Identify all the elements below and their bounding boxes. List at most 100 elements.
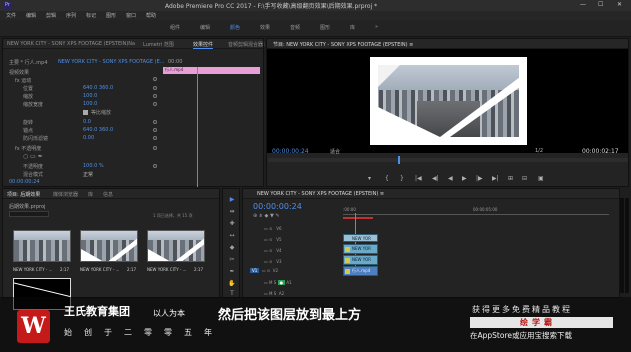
anti-flicker-value[interactable]: 0.00 — [83, 135, 94, 141]
menu-edit[interactable]: 编辑 — [26, 12, 36, 19]
master-clip-label[interactable]: 主要 * 行人.mp4 — [9, 59, 48, 66]
maximize-button[interactable]: ☐ — [598, 1, 603, 8]
export-frame-icon[interactable]: ▣ — [538, 175, 544, 182]
rotation-value[interactable]: 0.0 — [83, 119, 91, 125]
tab-lumetri-scopes[interactable]: Lumetri 范围 — [143, 41, 174, 48]
menu-window[interactable]: 窗口 — [126, 12, 136, 19]
menu-graphics[interactable]: 图形 — [106, 12, 116, 19]
promo-line-1: 获得更多免费精品教程 — [472, 305, 572, 314]
reset-icon[interactable] — [153, 164, 157, 168]
timeline-clip[interactable]: NEW YOR — [343, 234, 378, 242]
track-header-v4[interactable]: ▭ ⊙ V4 — [264, 248, 282, 253]
ec-playhead[interactable] — [197, 67, 198, 187]
track-header-v5[interactable]: ▭ ⊙ V5 — [264, 237, 282, 242]
reset-icon[interactable] — [153, 102, 157, 106]
rate-stretch-tool-icon[interactable]: ↔ — [228, 232, 236, 240]
work-area-bar[interactable] — [343, 217, 373, 219]
workspace-effects[interactable]: 效果 — [260, 24, 270, 31]
timeline-clip-selected[interactable]: 行人.mp4 — [343, 266, 378, 276]
close-button[interactable]: ✕ — [617, 1, 622, 8]
workspace-graphics[interactable]: 图形 — [320, 24, 330, 31]
tab-project[interactable]: 项目: 后期效果 — [7, 191, 40, 198]
project-thumbnail[interactable] — [147, 230, 205, 262]
anchor-value[interactable]: 640.0 360.0 — [83, 127, 113, 133]
tab-source[interactable]: NEW YORK CITY - SONY XPS FOOTAGE (EPSTEI… — [7, 41, 135, 47]
timeline-ruler[interactable] — [343, 214, 609, 215]
tab-effect-controls[interactable]: 效果控件 — [193, 41, 214, 49]
scale-value[interactable]: 100.0 — [83, 93, 97, 99]
reset-icon[interactable] — [153, 146, 157, 150]
workspace-libraries[interactable]: 库 — [350, 24, 355, 31]
ec-row-motion[interactable]: fx 运动 — [15, 77, 31, 84]
project-search-input[interactable] — [9, 211, 49, 217]
blend-mode-select[interactable]: 正常 — [83, 171, 93, 178]
mark-in-icon[interactable]: { — [385, 175, 389, 182]
ec-row-opacity-group[interactable]: fx 不透明度 — [15, 145, 41, 152]
timeline-timecode[interactable]: 00:00:00:24 — [253, 202, 302, 211]
menu-help[interactable]: 帮助 — [146, 12, 156, 19]
menu-clip[interactable]: 剪辑 — [46, 12, 56, 19]
go-to-in-icon[interactable]: |◀ — [415, 175, 422, 182]
workspace-color[interactable]: 颜色 — [230, 24, 240, 31]
promo-line-2: 在AppStore或应用宝搜索下载 — [470, 331, 572, 340]
play-icon[interactable]: ▶ — [462, 175, 467, 182]
menu-file[interactable]: 文件 — [6, 12, 16, 19]
tab-info[interactable]: 信息 — [103, 191, 113, 198]
mark-out-icon[interactable]: } — [400, 175, 404, 182]
workspace-editing[interactable]: 编辑 — [200, 24, 210, 31]
track-header-a2[interactable]: ▭ M S A2 — [264, 291, 284, 296]
go-to-out-icon[interactable]: ▶| — [492, 175, 499, 182]
minimize-button[interactable]: — — [580, 1, 586, 8]
add-marker-icon[interactable]: ▾ — [368, 175, 371, 182]
fit-select[interactable]: 适合 — [330, 148, 340, 155]
resolution-select[interactable]: 1/2 — [535, 148, 543, 154]
tab-libraries[interactable]: 库 — [88, 191, 93, 198]
program-playhead[interactable] — [398, 156, 400, 164]
track-header-v6[interactable]: ▭ ⊙ V6 — [264, 226, 282, 231]
ripple-edit-tool-icon[interactable]: ✚ — [228, 220, 236, 228]
tab-sequence[interactable]: NEW YORK CITY - SONY XPS FOOTAGE (EPSTEI… — [257, 191, 384, 197]
reset-icon[interactable] — [153, 120, 157, 124]
ec-clip-bar[interactable]: 行人.mp4 — [163, 67, 260, 74]
sequence-clip-label[interactable]: NEW YORK CITY - SONY XPS FOOTAGE (E... — [58, 59, 165, 65]
workspace-assembly[interactable]: 组件 — [170, 24, 180, 31]
reset-icon[interactable] — [153, 77, 157, 81]
pen-tool-icon[interactable]: ✒ — [228, 268, 236, 276]
selection-tool-icon[interactable]: ▶ — [228, 196, 236, 204]
tab-media-browser[interactable]: 媒体浏览器 — [53, 191, 78, 198]
track-select-tool-icon[interactable]: ⇹ — [228, 208, 236, 216]
extract-icon[interactable]: ⊟ — [522, 175, 527, 182]
menu-sequence[interactable]: 序列 — [66, 12, 76, 19]
ec-timecode[interactable]: 00:00:00:24 — [9, 179, 40, 185]
scale-width-value[interactable]: 100.0 — [83, 101, 97, 107]
uniform-scale-checkbox[interactable] — [83, 110, 88, 115]
workspace-more[interactable]: » — [375, 24, 378, 30]
workspace-audio[interactable]: 音频 — [290, 24, 300, 31]
step-forward-icon[interactable]: |▶ — [476, 175, 483, 182]
timeline-clip[interactable]: NEW YOR — [343, 255, 378, 265]
project-thumbnail[interactable] — [80, 230, 138, 262]
play-reverse-icon[interactable]: ◀ — [448, 175, 453, 182]
lift-icon[interactable]: ⊞ — [508, 175, 513, 182]
timeline-clip[interactable]: NEW YOR — [343, 244, 378, 254]
mask-tools-icons[interactable]: ○ ▭ ✒ — [23, 153, 43, 160]
reset-icon[interactable] — [153, 128, 157, 132]
track-header-a1[interactable]: ▭ M S ● A1 — [264, 280, 292, 285]
step-back-icon[interactable]: ◀| — [432, 175, 439, 182]
slip-tool-icon[interactable]: ◆ — [228, 244, 236, 252]
reset-icon[interactable] — [153, 136, 157, 140]
program-scrubber[interactable] — [268, 156, 628, 164]
reset-icon[interactable] — [153, 94, 157, 98]
program-timecode[interactable]: 00:00:00:24 — [272, 148, 309, 155]
menu-marker[interactable]: 标记 — [86, 12, 96, 19]
timeline-tool-icons[interactable]: ⊕ ⋔ ◆ ▼ ✎ — [253, 213, 280, 219]
opacity-value[interactable]: 100.0 % — [83, 163, 104, 169]
track-header-v3[interactable]: ▭ ⊙ V3 — [264, 259, 282, 264]
tab-program[interactable]: 节目: NEW YORK CITY - SONY XPS FOOTAGE (EP… — [273, 41, 413, 48]
razor-tool-icon[interactable]: ✂ — [228, 256, 236, 264]
track-header-v2[interactable]: V1 ▭ ⊙ V2 — [250, 268, 278, 273]
project-thumbnail[interactable] — [13, 230, 71, 262]
reset-icon[interactable] — [153, 86, 157, 90]
position-value[interactable]: 640.0 360.0 — [83, 85, 113, 91]
hand-tool-icon[interactable]: ✋ — [228, 280, 236, 288]
